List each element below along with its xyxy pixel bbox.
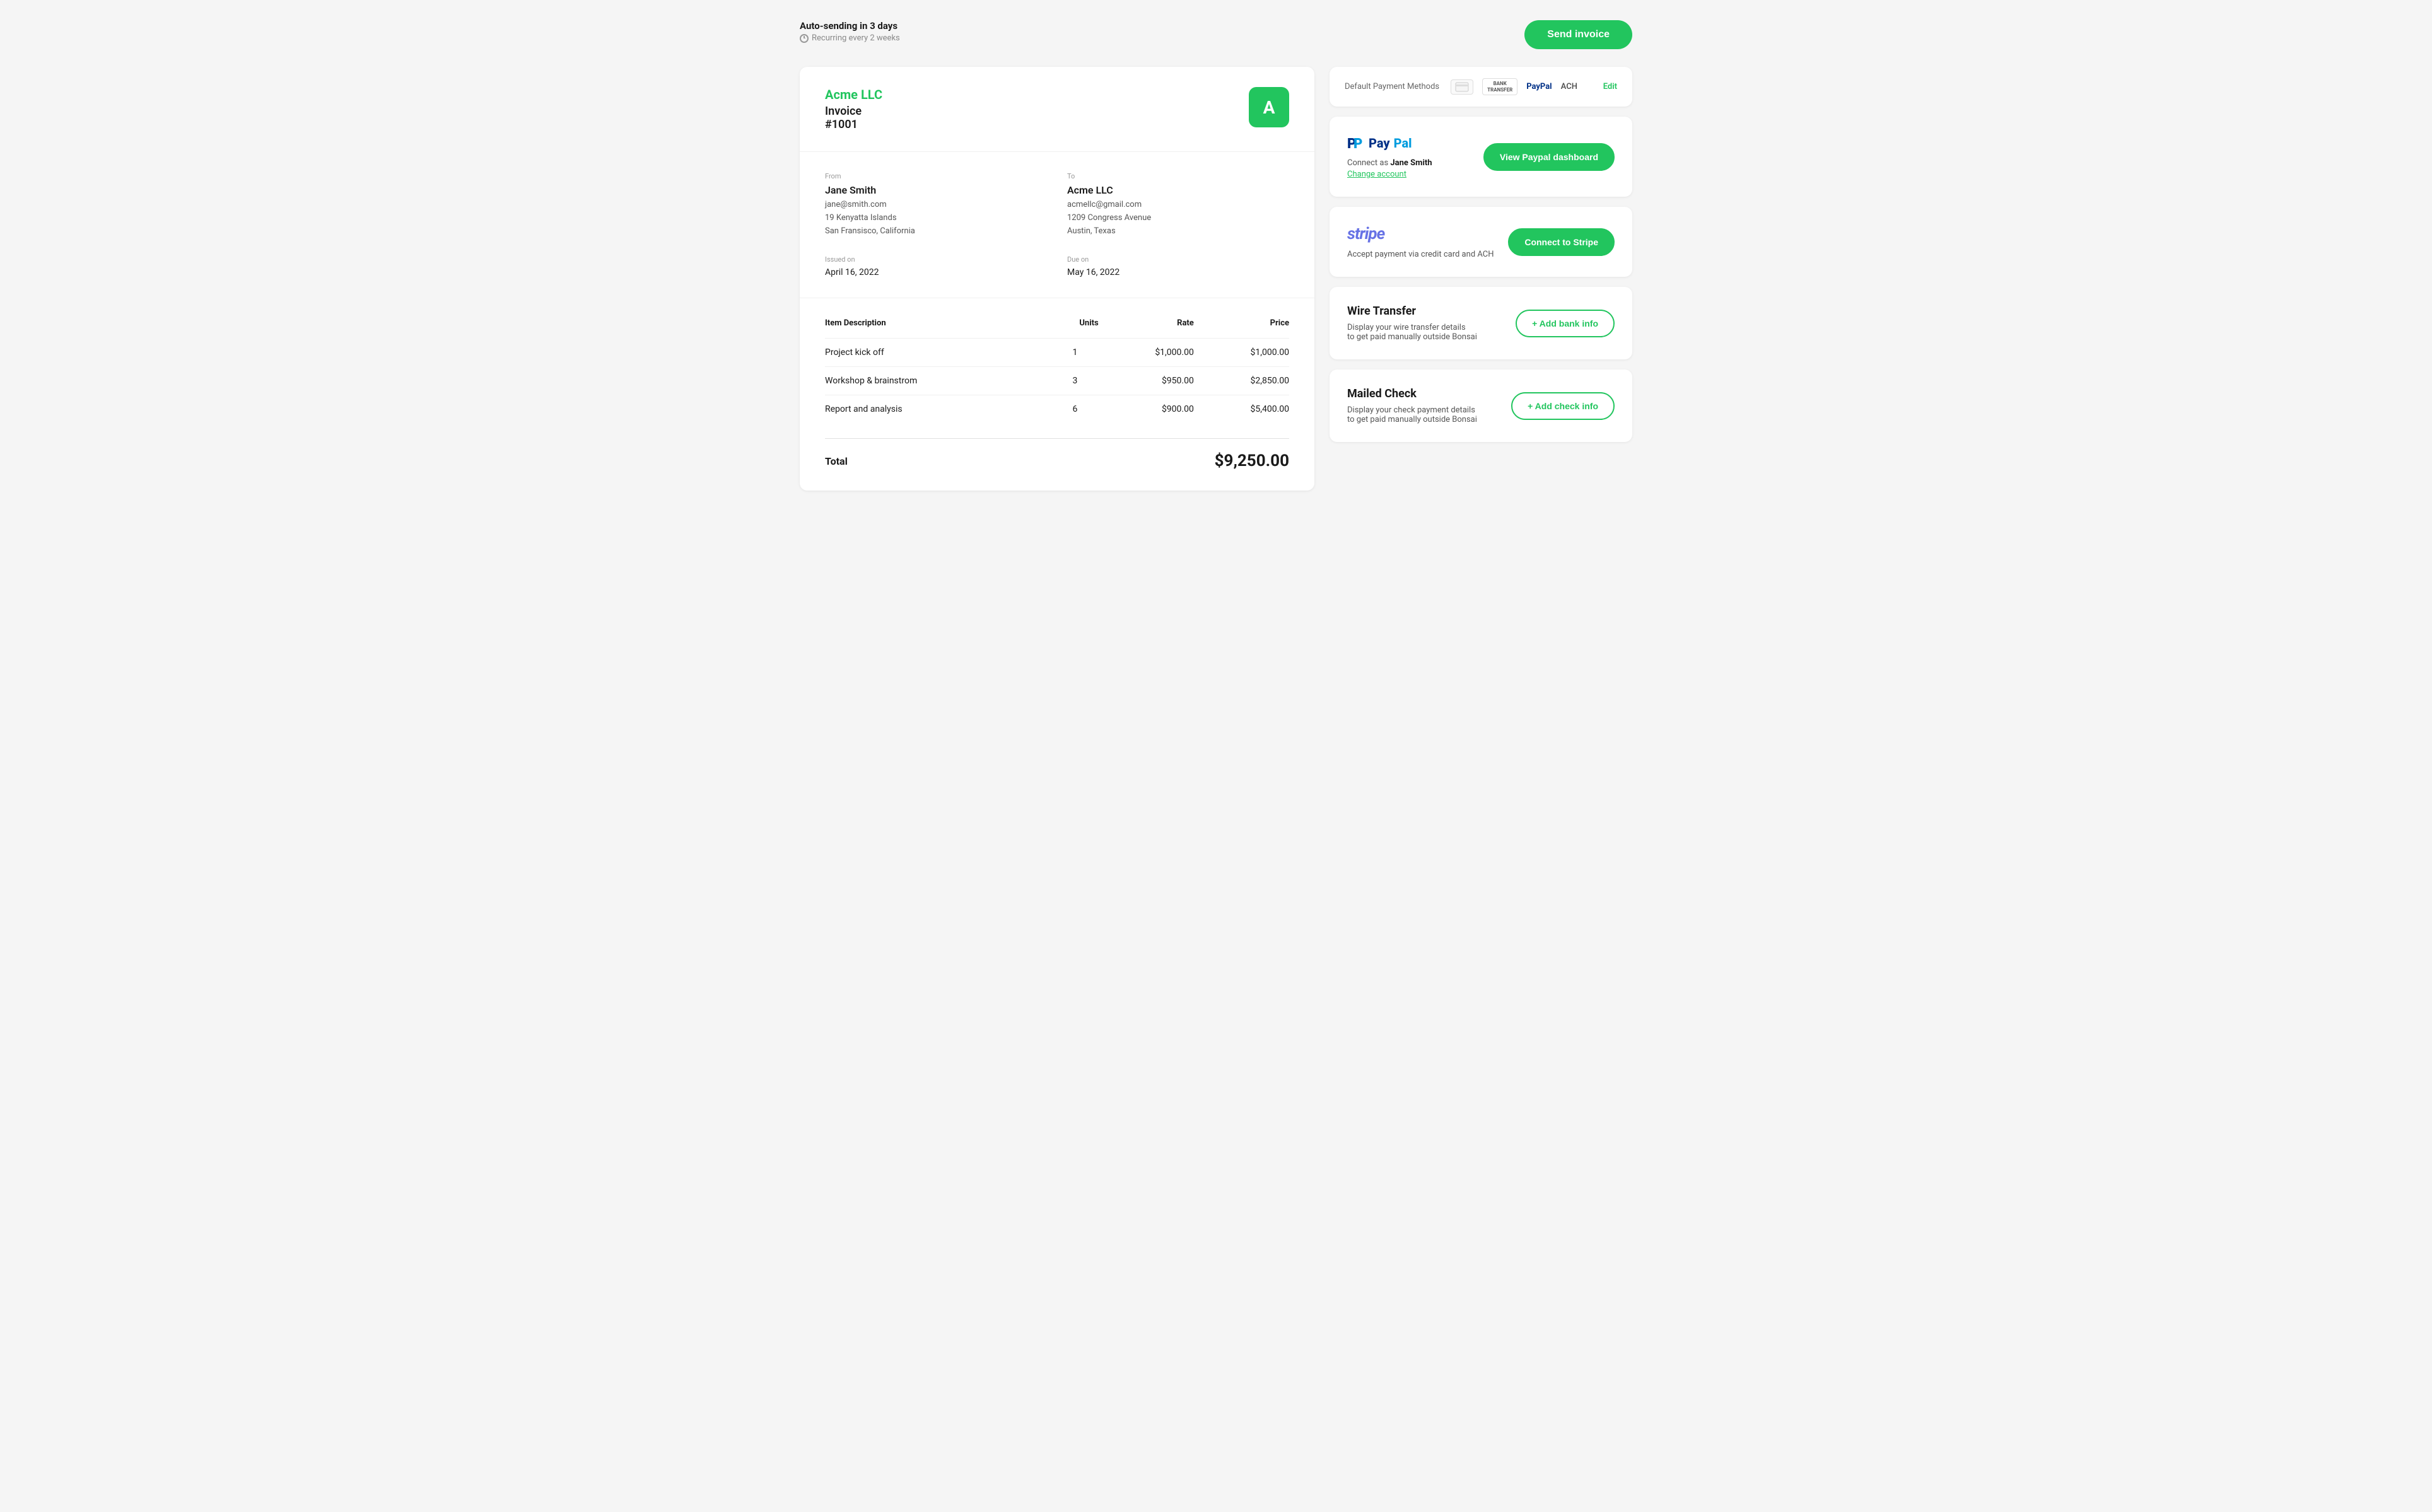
check-desc1: Display your check payment details bbox=[1347, 405, 1477, 415]
change-account-link[interactable]: Change account bbox=[1347, 170, 1432, 179]
col-rate: Rate bbox=[1099, 318, 1194, 339]
wire-transfer-card: Wire Transfer Display your wire transfer… bbox=[1330, 287, 1632, 359]
total-amount: $9,250.00 bbox=[1215, 451, 1289, 470]
auto-send-title: Auto-sending in 3 days bbox=[800, 20, 900, 32]
item-description: Project kick off bbox=[825, 339, 1051, 367]
wire-title: Wire Transfer bbox=[1347, 305, 1477, 318]
view-paypal-dashboard-button[interactable]: View Paypal dashboard bbox=[1483, 143, 1615, 171]
total-row: Total $9,250.00 bbox=[825, 438, 1289, 470]
connect-to-stripe-button[interactable]: Connect to Stripe bbox=[1508, 228, 1615, 256]
invoice-items-section: Item Description Units Rate Price Projec… bbox=[800, 298, 1314, 491]
bank-transfer-icon: BANKTRANSFER bbox=[1482, 78, 1517, 95]
table-row: Project kick off 1 $1,000.00 $1,000.00 bbox=[825, 339, 1289, 367]
table-row: Workshop & brainstrom 3 $950.00 $2,850.0… bbox=[825, 367, 1289, 395]
from-block: From Jane Smith jane@smith.com 19 Kenyat… bbox=[825, 172, 1047, 238]
item-price: $2,850.00 bbox=[1194, 367, 1289, 395]
stripe-card-left: stripe Accept payment via credit card an… bbox=[1347, 224, 1494, 259]
item-units: 3 bbox=[1051, 367, 1099, 395]
wire-desc1: Display your wire transfer details bbox=[1347, 323, 1477, 332]
item-description: Workshop & brainstrom bbox=[825, 367, 1051, 395]
to-name: Acme LLC bbox=[1067, 184, 1289, 196]
invoice-title-block: Acme LLC Invoice #1001 bbox=[825, 87, 882, 131]
from-email: jane@smith.com bbox=[825, 199, 1047, 212]
item-units: 1 bbox=[1051, 339, 1099, 367]
to-label: To bbox=[1067, 172, 1289, 180]
top-bar: Auto-sending in 3 days Recurring every 2… bbox=[800, 20, 1632, 49]
add-check-info-button[interactable]: + Add check info bbox=[1511, 392, 1615, 420]
wire-card-left: Wire Transfer Display your wire transfer… bbox=[1347, 305, 1477, 342]
table-header-row: Item Description Units Rate Price bbox=[825, 318, 1289, 339]
paypal-card-left: P P PayPal Connect as Jane Smith Change … bbox=[1347, 134, 1432, 179]
invoice-dates: Issued on April 16, 2022 Due on May 16, … bbox=[825, 255, 1289, 277]
due-value: May 16, 2022 bbox=[1067, 267, 1289, 277]
paypal-logo: P P PayPal bbox=[1347, 134, 1432, 152]
table-row: Report and analysis 6 $900.00 $5,400.00 bbox=[825, 395, 1289, 424]
item-rate: $1,000.00 bbox=[1099, 339, 1194, 367]
col-description: Item Description bbox=[825, 318, 1051, 339]
from-label: From bbox=[825, 172, 1047, 180]
check-title: Mailed Check bbox=[1347, 387, 1477, 400]
default-methods-label: Default Payment Methods bbox=[1345, 82, 1439, 91]
paypal-connect-as: Connect as Jane Smith bbox=[1347, 158, 1432, 168]
mailed-check-card: Mailed Check Display your check payment … bbox=[1330, 369, 1632, 442]
paypal-icon-text: PayPal bbox=[1526, 82, 1552, 91]
due-label: Due on bbox=[1067, 255, 1289, 264]
item-rate: $900.00 bbox=[1099, 395, 1194, 424]
item-price: $5,400.00 bbox=[1194, 395, 1289, 424]
avatar: A bbox=[1249, 87, 1289, 127]
stripe-card: stripe Accept payment via credit card an… bbox=[1330, 207, 1632, 277]
invoice-panel: Acme LLC Invoice #1001 A From Jane Smith… bbox=[800, 67, 1314, 491]
add-bank-info-button[interactable]: + Add bank info bbox=[1516, 310, 1615, 337]
issued-label: Issued on bbox=[825, 255, 1047, 264]
due-block: Due on May 16, 2022 bbox=[1067, 255, 1289, 277]
credit-card-icon bbox=[1451, 79, 1473, 95]
to-address2: Austin, Texas bbox=[1067, 225, 1289, 238]
item-description: Report and analysis bbox=[825, 395, 1051, 424]
clock-icon bbox=[800, 34, 809, 43]
from-name: Jane Smith bbox=[825, 184, 1047, 196]
invoice-details-section: From Jane Smith jane@smith.com 19 Kenyat… bbox=[800, 152, 1314, 298]
wire-desc2: to get paid manually outside Bonsai bbox=[1347, 332, 1477, 342]
to-block: To Acme LLC acmellc@gmail.com 1209 Congr… bbox=[1067, 172, 1289, 238]
item-rate: $950.00 bbox=[1099, 367, 1194, 395]
paypal-logo-icon: P P bbox=[1347, 134, 1365, 152]
invoice-number: #1001 bbox=[825, 118, 882, 131]
paypal-card: P P PayPal Connect as Jane Smith Change … bbox=[1330, 117, 1632, 197]
svg-text:P: P bbox=[1353, 136, 1362, 152]
stripe-description: Accept payment via credit card and ACH bbox=[1347, 250, 1494, 259]
invoice-company: Acme LLC bbox=[825, 87, 882, 102]
from-address1: 19 Kenyatta Islands bbox=[825, 212, 1047, 225]
from-address2: San Fransisco, California bbox=[825, 225, 1047, 238]
to-email: acmellc@gmail.com bbox=[1067, 199, 1289, 212]
total-label: Total bbox=[825, 455, 848, 467]
invoice-from-to: From Jane Smith jane@smith.com 19 Kenyat… bbox=[825, 172, 1289, 238]
send-invoice-button[interactable]: Send invoice bbox=[1524, 20, 1632, 49]
edit-link[interactable]: Edit bbox=[1603, 82, 1617, 91]
col-price: Price bbox=[1194, 318, 1289, 339]
payment-panel: Default Payment Methods BANKTRANSFER Pay… bbox=[1330, 67, 1632, 442]
default-methods-bar: Default Payment Methods BANKTRANSFER Pay… bbox=[1330, 67, 1632, 107]
issued-block: Issued on April 16, 2022 bbox=[825, 255, 1047, 277]
to-address1: 1209 Congress Avenue bbox=[1067, 212, 1289, 225]
col-units: Units bbox=[1051, 318, 1099, 339]
stripe-logo: stripe bbox=[1347, 224, 1494, 243]
invoice-label: Invoice bbox=[825, 105, 882, 118]
invoice-header-section: Acme LLC Invoice #1001 A bbox=[800, 67, 1314, 152]
main-content: Acme LLC Invoice #1001 A From Jane Smith… bbox=[800, 67, 1632, 491]
check-desc2: to get paid manually outside Bonsai bbox=[1347, 415, 1477, 424]
items-table: Item Description Units Rate Price Projec… bbox=[825, 318, 1289, 423]
auto-send-info: Auto-sending in 3 days Recurring every 2… bbox=[800, 20, 900, 43]
issued-value: April 16, 2022 bbox=[825, 267, 1047, 277]
check-card-left: Mailed Check Display your check payment … bbox=[1347, 387, 1477, 424]
item-price: $1,000.00 bbox=[1194, 339, 1289, 367]
ach-text: ACH bbox=[1561, 82, 1577, 91]
auto-send-subtitle: Recurring every 2 weeks bbox=[800, 33, 900, 43]
item-units: 6 bbox=[1051, 395, 1099, 424]
